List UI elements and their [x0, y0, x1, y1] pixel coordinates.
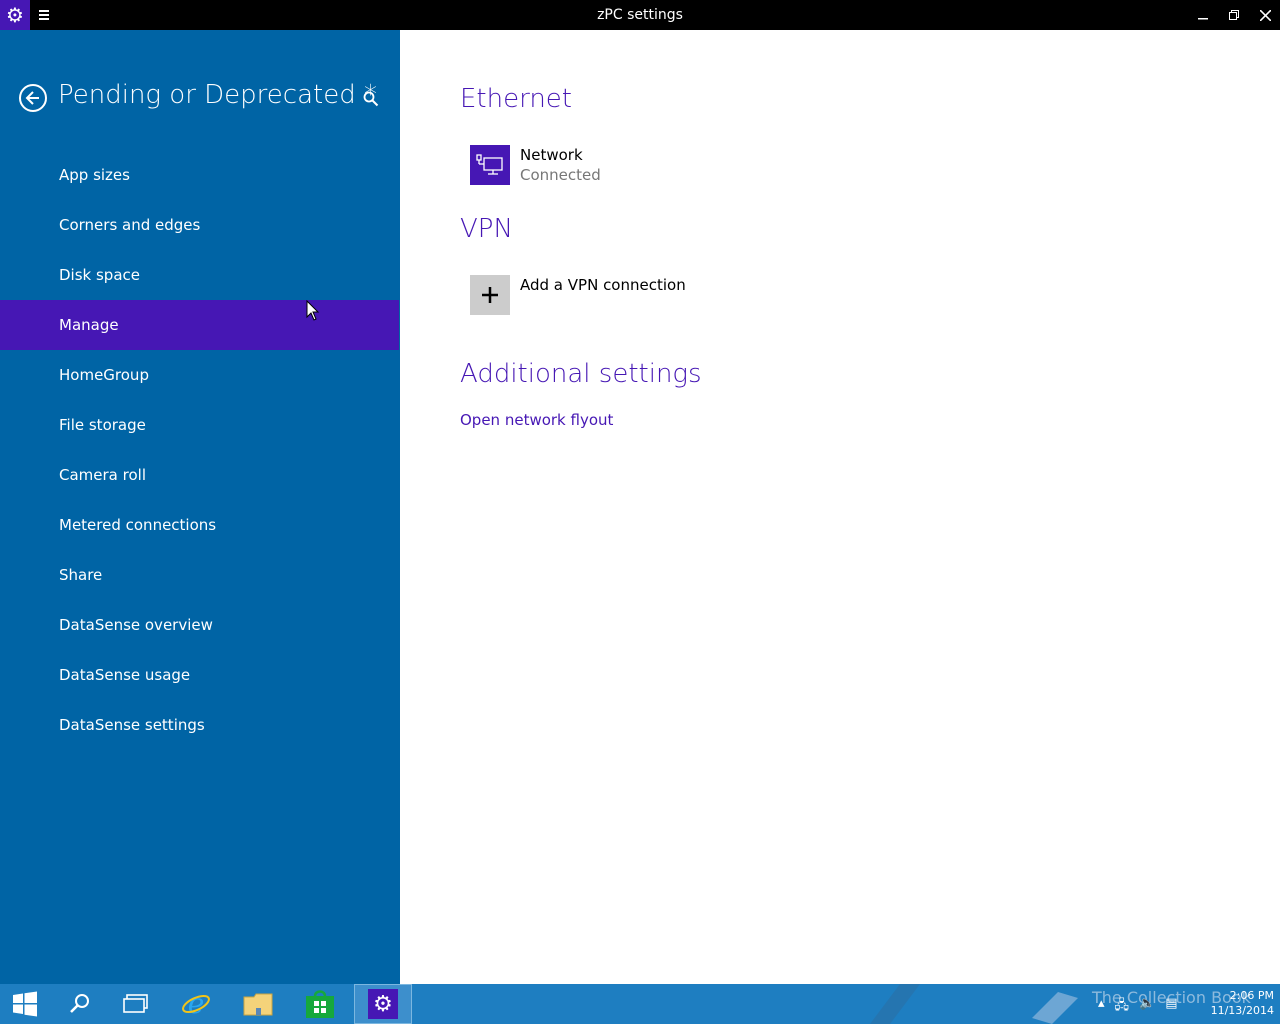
network-status: Connected	[520, 166, 601, 184]
sidebar-item-metered-connections[interactable]: Metered connections	[0, 500, 400, 550]
svg-text:e: e	[188, 989, 205, 1019]
ethernet-heading: Ethernet	[460, 84, 572, 114]
vpn-heading: VPN	[460, 214, 513, 244]
window-title: zPC settings	[597, 7, 683, 23]
decorative-stripe	[870, 984, 920, 1024]
minimize-button[interactable]	[1188, 0, 1218, 30]
mouse-cursor-icon	[306, 300, 320, 321]
sidebar-item-datasense-overview[interactable]: DataSense overview	[0, 600, 400, 650]
back-arrow-icon[interactable]	[19, 84, 47, 112]
tray-overflow-icon[interactable]: ▴	[1098, 996, 1105, 1018]
network-tray-icon[interactable]: 🖧	[1115, 996, 1130, 1018]
search-icon[interactable]	[55, 984, 105, 1024]
network-name[interactable]: Network	[520, 146, 583, 164]
book-watermark-icon	[1032, 992, 1078, 1024]
sidebar-item-datasense-settings[interactable]: DataSense settings	[0, 700, 400, 750]
volume-icon[interactable]: 🔈	[1139, 996, 1155, 1018]
search-icon[interactable]	[360, 88, 382, 110]
system-tray: ▴ 🖧 🔈 ▤	[1098, 996, 1178, 1018]
add-vpn-connection-button[interactable]: Add a VPN connection	[520, 276, 686, 294]
sidebar-nav: App sizes Corners and edges Disk space M…	[0, 150, 400, 750]
title-bar: ⚙ zPC settings	[0, 0, 1280, 30]
sidebar-item-datasense-usage[interactable]: DataSense usage	[0, 650, 400, 700]
sidebar-item-disk-space[interactable]: Disk space	[0, 250, 400, 300]
close-button[interactable]	[1250, 0, 1280, 30]
action-center-icon[interactable]: ▤	[1165, 996, 1177, 1018]
taskbar: e ⚙ The Collection Book ▴ 🖧 🔈 ▤ 2:06 PM …	[0, 984, 1280, 1024]
sidebar: Pending or Deprecated * App sizes Corner…	[0, 30, 400, 984]
clock-date: 11/13/2014	[1210, 1004, 1274, 1017]
open-network-flyout-link[interactable]: Open network flyout	[460, 411, 613, 429]
page-title: Pending or Deprecated *	[58, 80, 377, 110]
sidebar-item-share[interactable]: Share	[0, 550, 400, 600]
additional-settings-heading: Additional settings	[460, 359, 702, 389]
restore-button[interactable]	[1219, 0, 1249, 30]
clock-time: 2:06 PM	[1229, 989, 1274, 1002]
internet-explorer-icon[interactable]: e	[171, 984, 221, 1024]
close-icon	[1259, 9, 1271, 21]
sidebar-item-camera-roll[interactable]: Camera roll	[0, 450, 400, 500]
ethernet-icon[interactable]	[470, 145, 510, 185]
clock[interactable]: 2:06 PM 11/13/2014	[1190, 988, 1274, 1018]
plus-icon[interactable]	[470, 275, 510, 315]
sidebar-item-corners-and-edges[interactable]: Corners and edges	[0, 200, 400, 250]
main-content: Ethernet Network Connected VPN Add a VPN…	[400, 30, 1280, 984]
minimize-icon	[1198, 18, 1208, 20]
sidebar-item-manage[interactable]: Manage	[0, 300, 399, 350]
sidebar-item-homegroup[interactable]: HomeGroup	[0, 350, 400, 400]
store-icon[interactable]	[295, 984, 345, 1024]
restore-icon	[1229, 10, 1239, 20]
settings-icon[interactable]: ⚙	[354, 984, 412, 1024]
task-view-icon[interactable]	[111, 984, 161, 1024]
file-explorer-icon[interactable]	[233, 984, 283, 1024]
sidebar-item-app-sizes[interactable]: App sizes	[0, 150, 400, 200]
start-icon[interactable]	[0, 984, 50, 1024]
sidebar-item-file-storage[interactable]: File storage	[0, 400, 400, 450]
